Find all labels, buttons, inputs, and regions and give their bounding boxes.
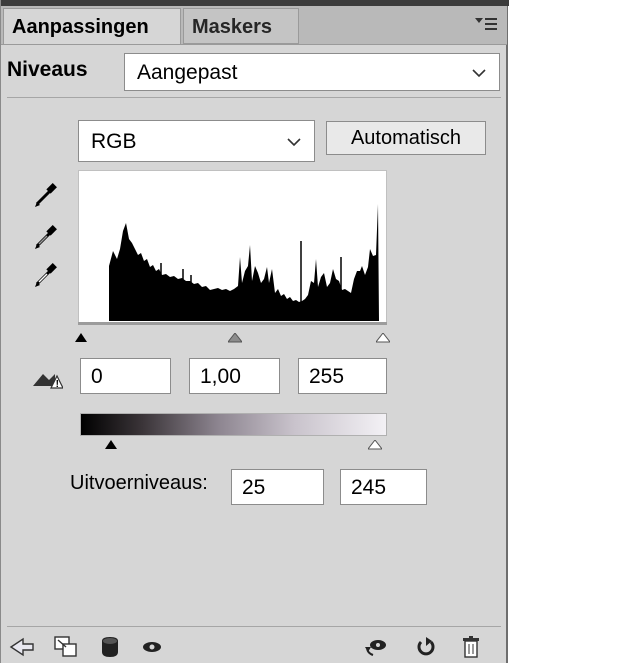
delete-icon[interactable] (459, 635, 485, 659)
output-black-field[interactable]: 25 (231, 469, 324, 505)
chevron-down-icon (471, 54, 487, 107)
preset-value: Aangepast (137, 61, 238, 84)
expand-view-icon[interactable] (53, 635, 79, 659)
input-black-field[interactable]: 0 (80, 358, 171, 394)
adjustments-panel: Aanpassingen Maskers Niveaus Aangepast R… (0, 0, 509, 663)
output-levels-label: Uitvoerniveaus: (70, 472, 208, 494)
tab-maskers[interactable]: Maskers (183, 8, 299, 44)
back-arrow-icon[interactable] (9, 635, 35, 659)
auto-button[interactable]: Automatisch (326, 121, 486, 155)
svg-text:!: ! (56, 379, 59, 390)
gray-point-eyedropper-icon[interactable] (33, 222, 61, 250)
preset-select[interactable]: Aangepast (124, 53, 500, 91)
clip-to-layer-icon[interactable] (97, 635, 123, 659)
visibility-eye-icon[interactable] (139, 635, 165, 659)
input-white-field[interactable]: 255 (298, 358, 387, 394)
histogram (78, 170, 387, 323)
panel-menu-icon[interactable] (475, 16, 497, 32)
panel-tab-bar: Aanpassingen Maskers (1, 6, 507, 45)
clipping-warning-icon[interactable]: ! (33, 366, 64, 390)
reset-icon[interactable] (413, 635, 439, 659)
output-gradient-bar (80, 413, 387, 436)
channel-select[interactable]: RGB (78, 120, 315, 162)
white-point-eyedropper-icon[interactable] (33, 260, 61, 288)
panel-bottom-toolbar (1, 629, 507, 663)
black-point-eyedropper-icon[interactable] (33, 180, 61, 208)
adjustment-title: Niveaus (7, 58, 88, 81)
section-divider (7, 97, 501, 98)
bottom-divider (7, 626, 501, 627)
tab-aanpassingen[interactable]: Aanpassingen (3, 8, 181, 44)
input-gamma-field[interactable]: 1,00 (189, 358, 280, 394)
input-slider-track (78, 322, 387, 325)
output-white-field[interactable]: 245 (340, 469, 427, 505)
view-previous-state-icon[interactable] (363, 635, 389, 659)
channel-value: RGB (91, 130, 137, 153)
